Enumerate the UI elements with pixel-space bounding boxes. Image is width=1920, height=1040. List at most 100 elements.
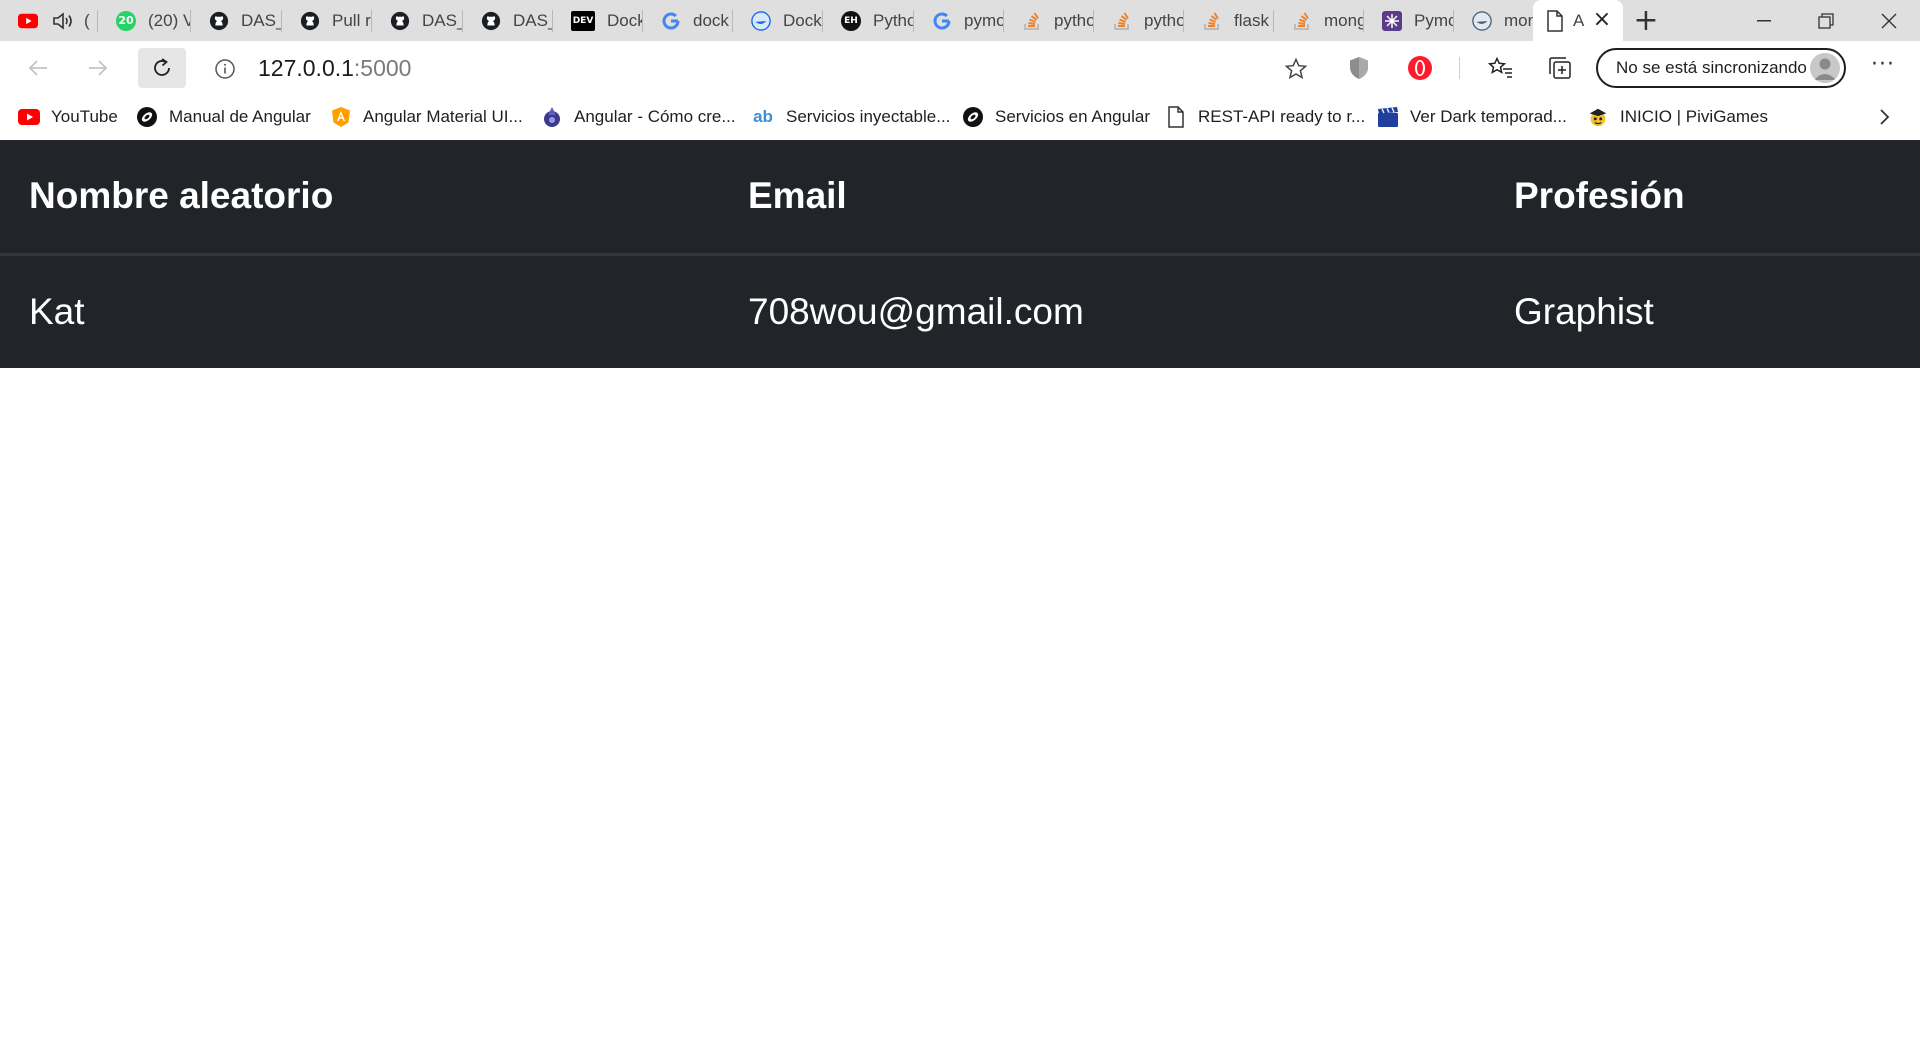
eh-icon: EH bbox=[841, 10, 861, 31]
bookmark-angular-material[interactable]: Angular Material UI... bbox=[330, 102, 523, 132]
minimize-button[interactable] bbox=[1733, 0, 1795, 41]
tab[interactable]: ( bbox=[0, 4, 98, 37]
bookmark-label: Angular Material UI... bbox=[363, 107, 523, 126]
tab-title: pytho bbox=[1144, 10, 1184, 30]
bookmark-label: Manual de Angular bbox=[169, 107, 311, 126]
tab[interactable]: mong bbox=[1454, 4, 1533, 37]
bookmark-youtube[interactable]: YouTube bbox=[18, 102, 118, 132]
shield-icon[interactable] bbox=[1345, 54, 1373, 82]
tab-title: ( bbox=[84, 10, 90, 30]
tab[interactable]: pymo bbox=[914, 4, 1004, 37]
tab[interactable]: flask bbox=[1184, 4, 1274, 37]
tab-title: pymo bbox=[964, 10, 1004, 30]
close-window-button[interactable] bbox=[1858, 0, 1920, 41]
table-header-row: Nombre aleatorio Email Profesión bbox=[0, 140, 1920, 256]
close-tab-icon[interactable]: × bbox=[1591, 9, 1613, 31]
tab[interactable]: Pymo bbox=[1364, 4, 1454, 37]
cell-email: 708wou@gmail.com bbox=[748, 290, 1084, 332]
google-icon bbox=[661, 11, 681, 31]
github-icon bbox=[390, 11, 410, 31]
docker-icon bbox=[1472, 10, 1492, 31]
back-button[interactable] bbox=[18, 48, 58, 88]
stackoverflow-icon bbox=[1022, 11, 1042, 31]
bookmark-pivigames[interactable]: INICIO | PiviGames bbox=[1587, 102, 1768, 132]
restore-button[interactable] bbox=[1795, 0, 1857, 41]
tab[interactable]: pytho bbox=[1094, 4, 1184, 37]
tab[interactable]: DAS_ bbox=[372, 4, 463, 37]
page-icon bbox=[1165, 106, 1187, 128]
tab-title: Pytho bbox=[873, 10, 914, 30]
users-table: Nombre aleatorio Email Profesión Kat 708… bbox=[0, 140, 1920, 368]
pymongo-icon bbox=[1382, 10, 1402, 31]
tab[interactable]: DAS_ bbox=[463, 4, 553, 37]
column-header-email: Email bbox=[748, 140, 1514, 256]
cell-profesion: Graphist bbox=[1514, 290, 1654, 332]
youtube-icon bbox=[18, 106, 40, 128]
bookmark-servicios-inyectables[interactable]: ab Servicios inyectable... bbox=[751, 102, 950, 132]
tab[interactable]: mong bbox=[1274, 4, 1364, 37]
tab-title: mong bbox=[1324, 10, 1364, 30]
youtube-icon bbox=[18, 11, 38, 31]
site-info-icon[interactable] bbox=[214, 58, 236, 84]
bookmark-servicios-angular[interactable]: Servicios en Angular bbox=[962, 102, 1150, 132]
bookmarks-bar: YouTube Manual de Angular Angular Materi… bbox=[0, 95, 1920, 140]
docker-icon bbox=[751, 10, 771, 31]
tab[interactable]: 20 (20) V bbox=[98, 4, 191, 37]
stackoverflow-icon bbox=[1202, 11, 1222, 31]
favorite-star-icon[interactable] bbox=[1284, 57, 1308, 85]
bookmark-label: Servicios inyectable... bbox=[786, 107, 951, 126]
tab-active[interactable]: A × bbox=[1533, 0, 1623, 41]
column-header-profesion: Profesión bbox=[1514, 140, 1920, 256]
page-icon bbox=[1545, 9, 1565, 32]
forward-button[interactable] bbox=[78, 48, 118, 88]
angular-material-icon bbox=[330, 106, 352, 128]
desarrolloweb-icon bbox=[136, 106, 158, 128]
table-row: Kat 708wou@gmail.com Graphist bbox=[0, 254, 1920, 368]
bookmark-label: REST-API ready to r... bbox=[1198, 107, 1366, 126]
bookmark-manual-angular[interactable]: Manual de Angular bbox=[136, 102, 311, 132]
dev-icon: DEV bbox=[571, 10, 595, 31]
new-tab-button[interactable]: + bbox=[1630, 4, 1662, 37]
sync-status-label: No se está sincronizando bbox=[1616, 58, 1807, 77]
tab[interactable]: Dock bbox=[733, 4, 823, 37]
tab-title: DAS_ bbox=[422, 10, 463, 30]
stackoverflow-icon bbox=[1112, 11, 1132, 31]
tab[interactable]: pytho bbox=[1004, 4, 1094, 37]
avatar bbox=[1810, 53, 1840, 83]
ab-icon: ab bbox=[753, 107, 773, 126]
bookmark-ver-dark[interactable]: Ver Dark temporad... bbox=[1377, 102, 1567, 132]
github-icon bbox=[300, 11, 320, 31]
tab-title: DAS_ bbox=[513, 10, 553, 30]
tab-title: Pull r bbox=[332, 10, 371, 30]
collections-icon[interactable] bbox=[1546, 54, 1574, 82]
bookmark-label: Angular - Cómo cre... bbox=[574, 107, 736, 126]
tab-title: Dock bbox=[783, 10, 822, 30]
tab-title: pytho bbox=[1054, 10, 1094, 30]
tab-title: flask bbox=[1234, 10, 1269, 30]
bookmark-label: Ver Dark temporad... bbox=[1410, 107, 1567, 126]
favorites-icon[interactable] bbox=[1487, 54, 1515, 82]
reload-button[interactable] bbox=[138, 48, 186, 88]
address-bar[interactable]: 127.0.0.1:5000 bbox=[198, 47, 1322, 89]
more-menu-button[interactable]: ··· bbox=[1868, 54, 1898, 82]
url-text[interactable]: 127.0.0.1:5000 bbox=[258, 55, 411, 81]
chevron-right-icon[interactable] bbox=[1872, 105, 1896, 129]
tab-strip: ( 20 (20) V DAS_ Pull r DAS_ DAS_ DEV Do… bbox=[0, 0, 1920, 41]
tab-title: Pymo bbox=[1414, 10, 1454, 30]
bookmark-angular-como-crear[interactable]: Angular - Cómo cre... bbox=[541, 102, 736, 132]
bookmark-rest-api[interactable]: REST-API ready to r... bbox=[1165, 102, 1365, 132]
google-icon bbox=[932, 11, 952, 31]
speaker-icon[interactable] bbox=[52, 11, 76, 31]
tab-title: Dock bbox=[607, 10, 643, 30]
opera-icon[interactable] bbox=[1406, 54, 1434, 82]
github-icon bbox=[481, 11, 501, 31]
tab[interactable]: dock bbox=[643, 4, 733, 37]
cell-nombre: Kat bbox=[29, 290, 85, 332]
page-content: Nombre aleatorio Email Profesión Kat 708… bbox=[0, 140, 1920, 1040]
tab[interactable]: EH Pytho bbox=[823, 4, 914, 37]
tab[interactable]: DEV Dock bbox=[553, 4, 643, 37]
profile-sync-button[interactable]: No se está sincronizando bbox=[1596, 48, 1846, 88]
tab[interactable]: Pull r bbox=[282, 4, 372, 37]
toolbar-divider bbox=[1459, 57, 1460, 79]
tab[interactable]: DAS_ bbox=[191, 4, 282, 37]
